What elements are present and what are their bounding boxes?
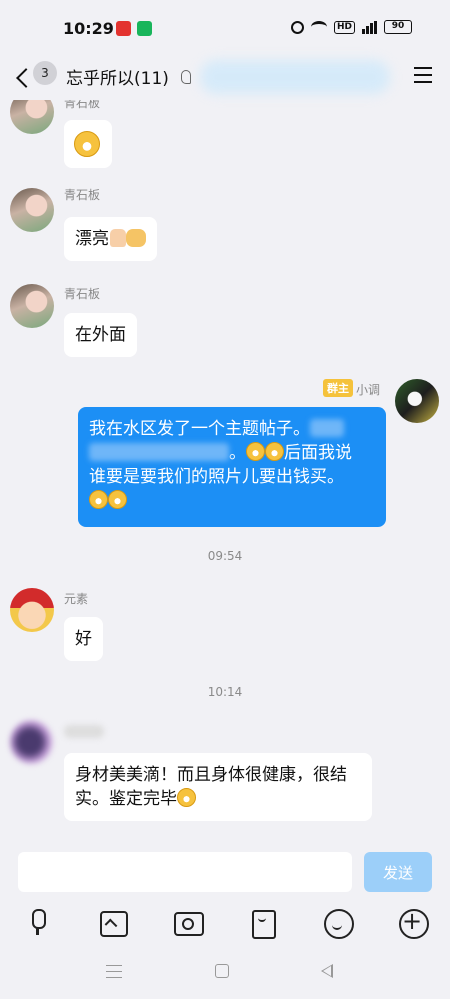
shy-emoji-icon (246, 442, 265, 461)
emoji-icon[interactable] (323, 908, 354, 939)
system-nav-bar (0, 960, 450, 984)
unread-badge[interactable]: 3 (33, 61, 57, 85)
redpacket-icon[interactable] (248, 908, 276, 939)
grin-emoji-icon (177, 788, 196, 807)
message-line: 谁要是要我们的照片儿要出钱买。 (89, 465, 375, 489)
redacted-text (310, 419, 344, 437)
message-text: 谁要是要我们的照片儿要出钱买。 (89, 467, 344, 487)
message-bubble[interactable]: 在外面 (64, 313, 137, 357)
sender-name: 青石板 (64, 188, 101, 202)
menu-icon[interactable] (414, 67, 432, 83)
status-bar: 10:29 HD 90 (0, 0, 450, 56)
sender-name: 元素 (64, 592, 89, 606)
avatar[interactable] (10, 188, 54, 232)
message-line: 。后面我说 (89, 441, 375, 465)
photo-icon[interactable] (98, 908, 128, 937)
message-bubble[interactable]: 身材美美滴！而且身体很健康，很结实。鉴定完毕 (64, 753, 372, 821)
timestamp: 09:54 (207, 549, 243, 563)
send-button[interactable]: 发送 (364, 852, 432, 892)
shy-emoji-icon (89, 490, 108, 509)
grin-emoji-icon (108, 490, 127, 509)
message-line (89, 489, 375, 513)
ear-icon (181, 70, 191, 84)
sender-name: 小调 (356, 383, 381, 397)
bank-app-notification-icon (116, 21, 131, 36)
avatar[interactable] (10, 284, 54, 328)
alarm-icon (290, 20, 304, 34)
message-text: 身材美美滴！而且身体很健康，很结实。鉴定完毕 (75, 765, 347, 809)
group-owner-badge: 群主 (323, 379, 353, 397)
grin-emoji-icon (265, 442, 284, 461)
timestamp: 10:14 (207, 685, 243, 699)
message-text: 我在水区发了一个主题帖子。 (89, 419, 310, 439)
home-icon[interactable] (215, 964, 229, 978)
wifi-icon (310, 21, 327, 33)
back-icon[interactable] (14, 63, 34, 93)
message-line: 我在水区发了一个主题帖子。 (89, 417, 375, 441)
thumbs-up-emoji-icon (110, 229, 126, 247)
wechat-notification-icon (137, 21, 152, 36)
chat-message-list[interactable]: 青石板 青石板 漂亮 青石板 在外面 群主 小调 我在水区发了一个主题帖子。 。… (0, 100, 450, 848)
avatar[interactable] (10, 720, 54, 764)
message-bubble[interactable]: 漂亮 (64, 217, 157, 261)
message-bubble[interactable]: 我在水区发了一个主题帖子。 。后面我说 谁要是要我们的照片儿要出钱买。 (78, 407, 386, 527)
redacted-sender-name (64, 725, 104, 738)
status-time: 10:29 (63, 19, 114, 38)
chat-title[interactable]: 忘乎所以(11) (66, 64, 169, 89)
sender-name: 青石板 (64, 287, 101, 301)
message-text: 后面我说 (284, 443, 352, 463)
avatar[interactable] (10, 588, 54, 632)
message-bubble[interactable] (64, 120, 112, 168)
sender-name: 青石板 (64, 100, 101, 110)
avatar[interactable] (10, 100, 54, 134)
camera-icon[interactable] (173, 908, 204, 936)
redacted-text (89, 443, 229, 461)
message-input[interactable] (18, 852, 352, 892)
recent-apps-icon[interactable] (106, 965, 122, 978)
avatar[interactable] (395, 379, 439, 423)
message-text: 漂亮 (75, 229, 109, 249)
message-text: 好 (75, 629, 92, 649)
clap-emoji-icon (126, 229, 146, 247)
hd-badge: HD (333, 20, 355, 34)
message-bubble[interactable]: 好 (64, 617, 103, 661)
battery-icon: 90 (384, 20, 412, 34)
mic-icon[interactable] (24, 908, 52, 936)
plus-icon[interactable] (398, 907, 429, 939)
signal-icon (362, 20, 377, 34)
status-icons: HD 90 (290, 20, 412, 34)
chat-header: 3 忘乎所以(11) (0, 56, 450, 100)
blurred-area (200, 60, 390, 94)
system-back-icon[interactable] (321, 964, 333, 978)
message-text: 在外面 (75, 325, 126, 345)
grin-emoji-icon (74, 131, 100, 157)
